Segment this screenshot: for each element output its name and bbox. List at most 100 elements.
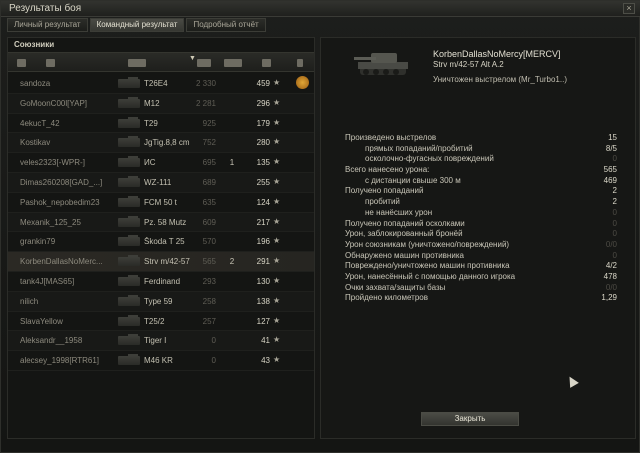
star-icon: ★	[273, 315, 281, 325]
table-row[interactable]: sandoza T26E4 2 330 459 ★	[8, 74, 314, 94]
xp-value: 255	[256, 177, 270, 187]
damage-value: 0	[211, 356, 216, 366]
stat-row: с дистанции свыше 300 м 469	[345, 176, 617, 187]
detail-player-name: KorbenDallasNoMercy[MERCV]	[433, 49, 561, 59]
tank-icon	[118, 136, 140, 148]
stat-label: Урон союзникам (уничтожено/повреждений)	[345, 239, 510, 249]
stat-row: Получено попаданий осколками 0	[345, 219, 617, 230]
xp-value: 130	[256, 276, 270, 286]
stat-row: Очки захвата/защиты базы 0/0	[345, 283, 617, 294]
xp-value: 135	[256, 158, 270, 168]
stat-label: Урон, заблокированный бронёй	[345, 229, 463, 239]
table-row[interactable]: tank4J[MAS65] Ferdinand 293 130 ★	[8, 272, 314, 292]
damage-value: 752	[202, 138, 216, 148]
tank-icon	[118, 215, 140, 227]
stat-value: 15	[608, 133, 617, 142]
damage-value: 257	[202, 316, 216, 326]
xp-value: 179	[256, 118, 270, 128]
table-row[interactable]: veles2323[-WPR-] ИС 695 1 135 ★	[8, 153, 314, 173]
player-name: Kostikav	[20, 138, 51, 148]
stat-value: 469	[603, 175, 617, 185]
star-icon: ★	[273, 196, 281, 206]
stat-value: 0/0	[605, 282, 617, 292]
stat-label: не нанёсших урон	[365, 207, 433, 217]
platoon-icon[interactable]	[17, 59, 26, 67]
stat-value: 8/5	[605, 143, 617, 153]
damage-icon[interactable]	[197, 59, 211, 67]
tank-icon	[118, 334, 140, 346]
stat-value: 0	[612, 250, 617, 260]
player-name: Aleksandr__1958	[20, 336, 83, 346]
stat-label: Получено попаданий	[345, 186, 424, 196]
medal-icon[interactable]	[297, 59, 303, 67]
tab-detailed-report[interactable]: Подробный отчёт	[186, 18, 266, 32]
star-icon: ★	[273, 137, 281, 147]
stat-label: Очки захвата/защиты базы	[345, 282, 446, 292]
star-icon: ★	[273, 256, 281, 266]
stat-label: прямых попаданий/пробитий	[365, 143, 473, 153]
column-header: ▼	[8, 52, 314, 72]
medal-icon[interactable]	[296, 76, 309, 89]
player-name: grankin79	[20, 237, 56, 247]
tank-icon	[118, 195, 140, 207]
tab-team-result[interactable]: Командный результат	[89, 18, 185, 32]
frag-icon[interactable]	[224, 59, 242, 67]
table-row[interactable]: Pashok_nepobedim23 FCM 50 t 635 124 ★	[8, 193, 314, 213]
tank-icon	[118, 96, 140, 108]
star-icon: ★	[273, 176, 281, 186]
table-row[interactable]: KorbenDallasNoMerc... Strv m/42-57 565 2 291…	[8, 252, 314, 272]
stat-label: Повреждено/уничтожено машин противника	[345, 261, 510, 271]
xp-value: 138	[256, 296, 270, 306]
table-row[interactable]: GoMoonC00l[YAP] M12 2 281 296 ★	[8, 93, 314, 114]
xp-value: 41	[261, 336, 270, 346]
xp-icon[interactable]	[262, 59, 271, 67]
tank-class-icon[interactable]	[128, 59, 146, 67]
stat-row: Обнаружено машин противника 0	[345, 251, 617, 262]
tank-icon	[118, 235, 140, 247]
table-row[interactable]: Mexanik_125_25 Pz. 58 Mutz 609 217 ★	[8, 212, 314, 233]
tab-personal-result[interactable]: Личный результат	[7, 18, 88, 32]
table-row[interactable]: grankin79 Škoda T 25 570 196 ★	[8, 232, 314, 253]
player-name: KorbenDallasNoMerc...	[20, 257, 103, 267]
team-heading: Союзники	[14, 40, 55, 49]
table-row[interactable]: Aleksandr__1958 Tiger I 0 41 ★	[8, 331, 314, 352]
stat-label: Пройдено километров	[345, 293, 428, 303]
damage-value: 570	[202, 237, 216, 247]
player-name: SlavaYellow	[20, 316, 63, 326]
close-icon[interactable]: ×	[623, 3, 635, 14]
xp-value: 217	[256, 217, 270, 227]
damage-value: 2 281	[195, 98, 216, 108]
stat-label: Произведено выстрелов	[345, 133, 437, 142]
stat-row: прямых попаданий/пробитий 8/5	[345, 144, 617, 155]
stat-label: Получено попаданий осколками	[345, 218, 465, 228]
damage-value: 2 330	[195, 79, 216, 88]
stat-value: 4/2	[605, 261, 617, 271]
star-icon: ★	[273, 355, 281, 365]
tank-icon	[118, 314, 140, 326]
damage-value: 925	[202, 118, 216, 128]
xp-value: 127	[256, 316, 270, 326]
table-row[interactable]: SlavaYellow T25/2 257 127 ★	[8, 312, 314, 332]
tank-icon	[118, 77, 140, 88]
player-name: Pashok_nepobedim23	[20, 197, 100, 207]
kills-value: 2	[229, 257, 235, 267]
tank-image	[354, 53, 408, 75]
table-row[interactable]: Kostikav JgTig.8,8 cm 752 280 ★	[8, 133, 314, 154]
player-icon[interactable]	[46, 59, 55, 67]
stat-row: не нанёсших урон 0	[345, 208, 617, 219]
damage-value: 609	[202, 217, 216, 227]
player-name: alecsey_1998[RTR61]	[20, 356, 100, 366]
table-row[interactable]: alecsey_1998[RTR61] M46 KR 0 43 ★	[8, 351, 314, 371]
stat-value: 478	[603, 271, 617, 281]
sort-desc-icon[interactable]: ▼	[189, 55, 196, 62]
table-row[interactable]: nilich Type 59 258 138 ★	[8, 291, 314, 312]
table-row[interactable]: Dimas260208[GAD_...] WZ-111 689 255 ★	[8, 172, 314, 193]
damage-value: 635	[202, 197, 216, 207]
xp-value: 43	[261, 356, 270, 366]
stat-row: Получено попаданий 2	[345, 186, 617, 197]
player-name: nilich	[20, 296, 39, 306]
stat-value: 0	[612, 207, 617, 217]
table-row[interactable]: 4ekucT_42 T29 925 179 ★	[8, 114, 314, 134]
close-button[interactable]: Закрыть	[421, 412, 519, 426]
detail-fate: Уничтожен выстрелом (Mr_Turbo1..)	[433, 75, 567, 84]
